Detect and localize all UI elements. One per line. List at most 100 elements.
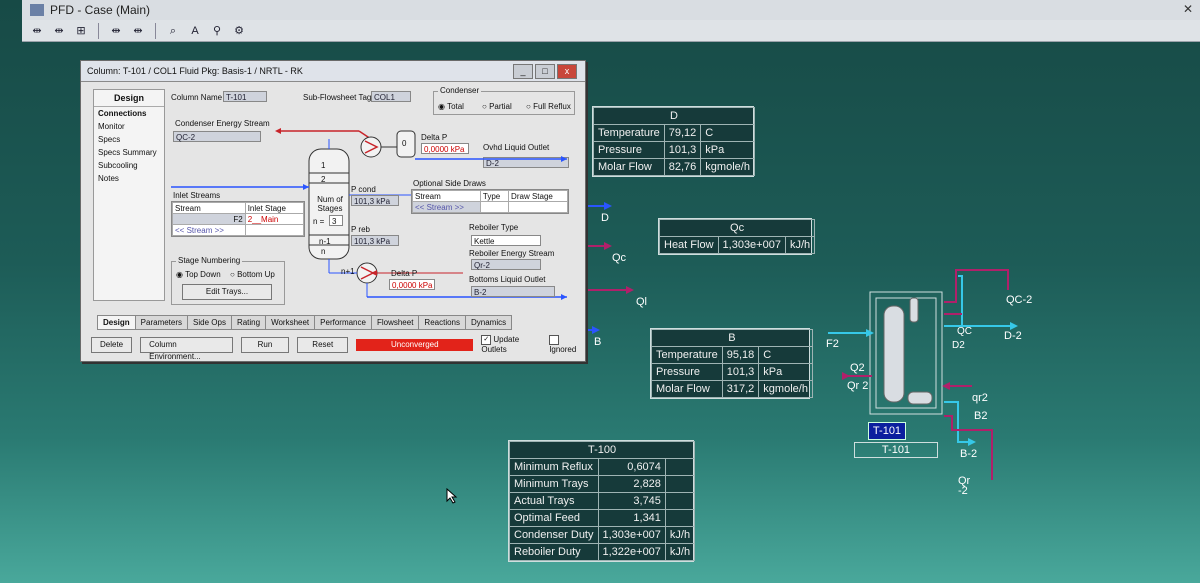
edit-trays-button[interactable]: Edit Trays... <box>182 284 272 300</box>
table-row: Minimum Reflux 0,6074 <box>509 458 696 476</box>
cell-stage[interactable] <box>244 224 305 236</box>
p-cond-input[interactable]: 101,3 kPa <box>351 195 399 206</box>
panel-qc-title: Qc <box>658 219 816 237</box>
cell-label: Minimum Trays <box>509 475 599 493</box>
panel-b-title: B <box>651 329 813 347</box>
radio-label: Top Down <box>185 270 221 279</box>
cell-label: Heat Flow <box>659 236 719 254</box>
column-header: Inlet Stage <box>244 202 305 214</box>
cell-unit <box>664 492 696 510</box>
stream-label-ql[interactable]: Ql <box>636 296 647 308</box>
delete-button[interactable]: Delete <box>91 336 133 353</box>
run-button[interactable]: Run <box>240 336 290 353</box>
tab-worksheet[interactable]: Worksheet <box>265 315 316 330</box>
cell-label: Condenser Duty <box>509 526 599 544</box>
table-row: Minimum Trays 2,828 <box>509 475 696 493</box>
inlet-streams-grid[interactable]: Stream Inlet Stage F2 2__Main << Stream >> <box>171 201 305 237</box>
panel-t100[interactable]: T-100 Minimum Reflux 0,6074 Minimum Trays… <box>508 440 696 562</box>
n-label: n = <box>313 217 325 226</box>
t101-tag[interactable]: T-101 <box>868 422 906 440</box>
status-badge: Unconverged <box>356 338 474 351</box>
cell-stream[interactable]: << Stream >> <box>412 201 481 213</box>
panel-b[interactable]: B Temperature 95,18 C Pressure 101,3 kPa… <box>650 328 813 399</box>
bottoms-outlet-select[interactable]: B-2 <box>471 286 555 297</box>
cell-stream[interactable]: << Stream >> <box>172 224 246 236</box>
cell-unit: kgmole/h <box>700 158 755 176</box>
stream-label-f2[interactable]: F2 <box>826 338 839 350</box>
reset-button[interactable]: Reset <box>297 336 349 353</box>
tab-design[interactable]: Design <box>97 315 136 330</box>
stream-label-qc-2[interactable]: QC-2 <box>1006 294 1032 306</box>
table-row: Actual Trays 3,745 <box>509 492 696 510</box>
tab-reactions[interactable]: Reactions <box>418 315 466 330</box>
side-draws-grid[interactable]: Stream Type Draw Stage << Stream >> <box>411 189 569 214</box>
cell-value: 3,745 <box>597 492 666 510</box>
bottom-up-radio[interactable]: ○ Bottom Up <box>230 270 275 279</box>
update-outlets-checkbox[interactable]: ✓ Update Outlets <box>481 335 541 354</box>
stream-label-d2-small[interactable]: D2 <box>952 340 965 351</box>
tab-rating[interactable]: Rating <box>230 315 267 330</box>
ignored-checkbox[interactable]: Ignored <box>549 335 585 354</box>
table-row: Reboiler Duty 1,322e+007 kJ/h <box>509 543 696 561</box>
side-draws-label: Optional Side Draws <box>413 179 486 188</box>
p-reb-input[interactable]: 101,3 kPa <box>351 235 399 246</box>
stream-label-qr-2[interactable]: Qr -2 <box>958 476 970 497</box>
stream-label-d-2[interactable]: D-2 <box>1004 330 1022 342</box>
num-stages-input[interactable]: 3 <box>329 215 343 226</box>
tab-performance[interactable]: Performance <box>314 315 372 330</box>
stage-2-label: 2 <box>321 175 326 184</box>
panel-d[interactable]: D Temperature 79,12 C Pressure 101,3 kPa… <box>592 106 755 177</box>
stream-label-b2-small[interactable]: B2 <box>974 410 987 422</box>
cell-type[interactable] <box>479 201 510 213</box>
cell-value: 317,2 <box>721 380 760 398</box>
stream-label-qr2-small[interactable]: qr2 <box>972 392 988 404</box>
cell-value: 1,303e+007 <box>717 236 786 254</box>
table-row: Molar Flow 82,76 kgmole/h <box>593 158 755 176</box>
table-row: Pressure 101,3 kPa <box>651 363 813 381</box>
tab-dynamics[interactable]: Dynamics <box>465 315 513 330</box>
stream-label-d[interactable]: D <box>601 212 609 224</box>
table-row: Molar Flow 317,2 kgmole/h <box>651 380 813 398</box>
checkbox-label: Ignored <box>549 345 577 354</box>
cell-unit: kgmole/h <box>758 380 813 398</box>
tab-parameters[interactable]: Parameters <box>134 315 189 330</box>
top-down-radio[interactable]: ◉ Top Down <box>176 270 221 279</box>
tab-flowsheet[interactable]: Flowsheet <box>370 315 420 330</box>
stream-label-q2[interactable]: Q2 <box>850 362 865 374</box>
reboiler-energy-label: Reboiler Energy Stream <box>469 249 555 258</box>
stream-label-qc-small[interactable]: QC <box>957 326 972 337</box>
stage-1-label: 1 <box>321 161 326 170</box>
cell-stage[interactable]: 2__Main <box>244 213 305 225</box>
cell-unit <box>664 458 696 476</box>
p-cond-label: P cond <box>351 185 376 194</box>
table-row[interactable]: << Stream >> <box>172 224 305 236</box>
tab-side-ops[interactable]: Side Ops <box>187 315 232 330</box>
cell-label: Temperature <box>651 346 723 364</box>
reboiler-energy-select[interactable]: Qr-2 <box>471 259 541 270</box>
column-dialog[interactable]: Column: T-101 / COL1 Fluid Pkg: Basis-1 … <box>80 60 586 362</box>
t101-label[interactable]: T-101 <box>854 442 938 458</box>
reboiler-type-select[interactable]: Kettle <box>471 235 541 246</box>
table-row: Stream Type Draw Stage <box>412 190 568 202</box>
table-row[interactable]: F2 2__Main <box>172 213 305 225</box>
cell-value: 2,828 <box>597 475 666 493</box>
table-row: Temperature 79,12 C <box>593 124 755 142</box>
stream-label-qr2[interactable]: Qr 2 <box>847 380 868 392</box>
cell-draw-stage[interactable] <box>508 201 568 213</box>
cell-unit <box>664 509 696 527</box>
stage-numbering-group: Stage Numbering ◉ Top Down ○ Bottom Up E… <box>171 256 285 305</box>
cell-unit <box>664 475 696 493</box>
cell-unit: C <box>758 346 813 364</box>
cell-stream[interactable]: F2 <box>172 213 246 225</box>
p-reb-label: P reb <box>351 225 370 234</box>
stream-label-qc[interactable]: Qc <box>612 252 626 264</box>
cell-value: 101,3 <box>663 141 702 159</box>
stream-label-b-2[interactable]: B-2 <box>960 448 977 460</box>
table-row[interactable]: << Stream >> <box>412 201 568 213</box>
stream-label-b[interactable]: B <box>594 336 601 348</box>
panel-qc[interactable]: Qc Heat Flow 1,303e+007 kJ/h <box>658 218 816 255</box>
column-environment-button[interactable]: Column Environment... <box>140 336 233 361</box>
bottoms-outlet-label: Bottoms Liquid Outlet <box>469 275 546 284</box>
delta-p-bottom-input[interactable]: 0,0000 kPa <box>389 279 435 290</box>
cell-unit: kPa <box>700 141 755 159</box>
